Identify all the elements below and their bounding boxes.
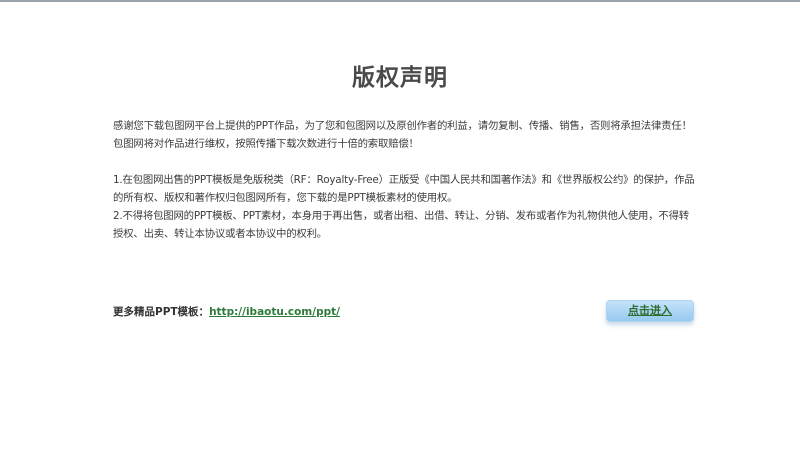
page-title: 版权声明 <box>352 65 448 91</box>
copyright-notice-page: 版权声明 感谢您下载包图网平台上提供的PPT作品，为了您和包图网以及原创作者的利… <box>0 0 800 451</box>
enter-button[interactable]: 点击进入 <box>606 300 694 322</box>
terms-paragraph: 1.在包图网出售的PPT模板是免版税类（RF：Royalty-Free）正版受《… <box>113 174 695 240</box>
more-templates-link[interactable]: http://ibaotu.com/ppt/ <box>209 306 340 318</box>
more-templates-label: 更多精品PPT模板： <box>113 306 210 318</box>
more-templates-row: 更多精品PPT模板：http://ibaotu.com/ppt/ <box>113 304 340 320</box>
intro-paragraph: 感谢您下载包图网平台上提供的PPT作品，为了您和包图网以及原创作者的利益，请勿复… <box>113 120 692 150</box>
